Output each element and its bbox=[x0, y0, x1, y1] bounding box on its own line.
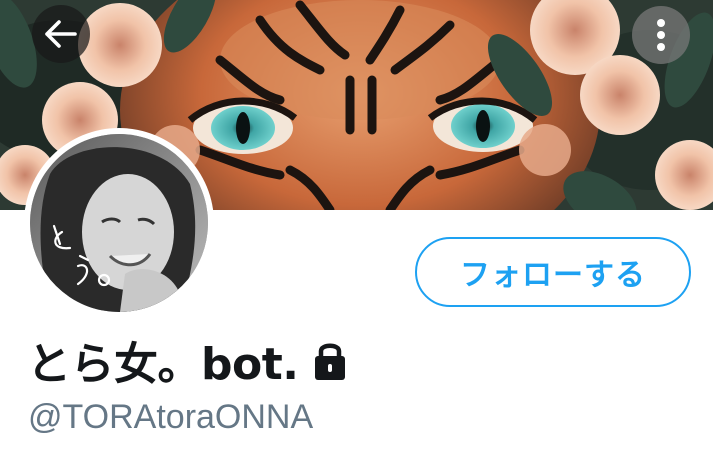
back-button[interactable] bbox=[32, 5, 90, 63]
lock-icon bbox=[315, 343, 346, 380]
more-options-button[interactable] bbox=[632, 6, 690, 64]
profile-avatar[interactable] bbox=[24, 128, 214, 318]
follow-button[interactable]: フォローする bbox=[415, 237, 691, 307]
more-vertical-icon bbox=[657, 19, 665, 51]
avatar-image bbox=[30, 134, 208, 312]
avatar-photo bbox=[30, 134, 208, 312]
profile-name-row: とら女。bot. bbox=[27, 330, 348, 390]
display-name: とら女。bot. bbox=[27, 339, 299, 390]
profile-handle: @TORAtoraONNA bbox=[28, 398, 314, 436]
arrow-left-icon bbox=[45, 20, 77, 48]
